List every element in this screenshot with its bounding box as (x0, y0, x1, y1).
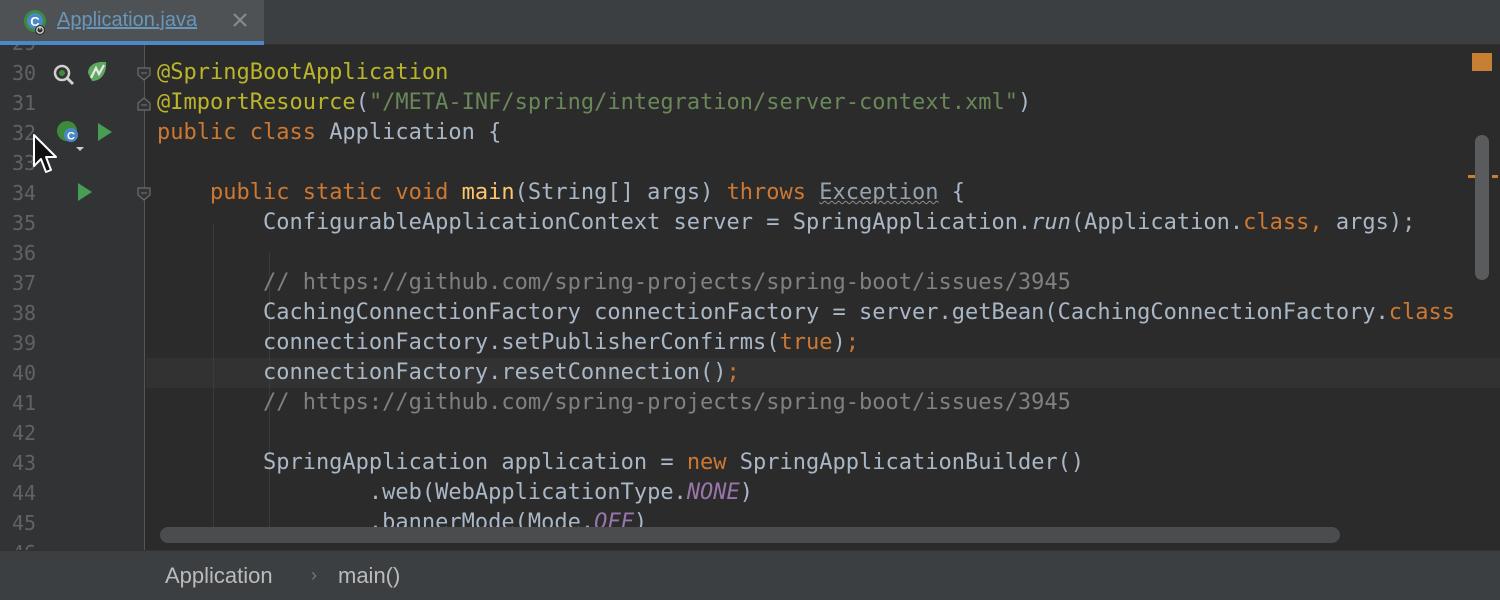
code-token: connectionFactory.setPublisherConfirms( (157, 330, 780, 355)
spring-boot-class-icon: C (24, 10, 46, 35)
line-number: 45 (12, 511, 37, 535)
tab-application-java[interactable]: C Application.java (0, 0, 264, 45)
code-line[interactable]: connectionFactory.setPublisherConfirms(t… (157, 328, 859, 358)
code-token: ) (739, 480, 754, 505)
code-token: "/META-INF/spring/integration/server-con… (368, 90, 1018, 115)
line-number: 30 (12, 61, 37, 85)
svg-text:C: C (67, 131, 75, 143)
code-line[interactable]: CachingConnectionFactory connectionFacto… (157, 298, 1455, 328)
code-line[interactable]: // https://github.com/spring-projects/sp… (157, 388, 1071, 418)
code-token: CachingConnectionFactory connectionFacto… (157, 300, 1389, 325)
line-number: 39 (12, 331, 37, 355)
code-line[interactable]: connectionFactory.resetConnection(); (157, 358, 740, 388)
code-line[interactable]: // https://github.com/spring-projects/sp… (157, 268, 1071, 298)
line-number: 31 (12, 91, 37, 115)
code-area[interactable]: @SpringBootApplication @ImportResource("/… (157, 45, 1467, 550)
code-token: args); (1335, 210, 1416, 235)
code-token: @ImportResource (157, 90, 356, 115)
code-token: run (1031, 210, 1071, 235)
editor-tab-bar: C Application.java (0, 0, 1500, 45)
line-number: 35 (12, 211, 37, 235)
line-number: 38 (12, 301, 37, 325)
line-number: 42 (12, 421, 37, 445)
code-token: , (1309, 210, 1336, 235)
bean-search-icon[interactable] (52, 63, 76, 87)
code-token: // https://github.com/spring-projects/sp… (157, 270, 1071, 295)
code-token: connectionFactory.resetConnection() (157, 360, 727, 385)
code-token: SpringApplicationBuilder() (739, 450, 1085, 475)
fold-marker-icon[interactable] (137, 67, 151, 81)
code-token: @SpringBootApplication (157, 60, 449, 85)
line-number: 34 (12, 181, 37, 205)
code-token: SpringApplication application = (157, 450, 687, 475)
breadcrumb: Application › main() (0, 550, 1500, 600)
line-number: 29 (12, 45, 42, 58)
fold-marker-icon[interactable] (137, 97, 151, 111)
code-token: class (1243, 210, 1310, 235)
spring-bean-class-icon[interactable]: C (54, 119, 88, 153)
code-line[interactable]: public class Application { (157, 118, 501, 148)
code-token: new (686, 450, 740, 475)
editor-gutter: 29 30 31 32 33 34 35 36 37 38 39 40 41 4… (0, 45, 145, 550)
breadcrumb-separator: › (311, 565, 317, 585)
code-token: true (779, 330, 833, 355)
code-line[interactable]: public static void main(String[] args) t… (157, 178, 965, 208)
code-token: (Application. (1070, 210, 1244, 235)
breadcrumb-item-method[interactable]: main() (338, 563, 400, 589)
code-token: ( (355, 90, 369, 115)
run-icon[interactable] (96, 121, 114, 143)
code-token: public class (157, 120, 330, 145)
code-token: Exception (819, 180, 939, 205)
line-number: 37 (12, 271, 37, 295)
close-icon[interactable] (230, 10, 250, 30)
code-token: public static void (209, 180, 462, 205)
code-editor[interactable]: 29 30 31 32 33 34 35 36 37 38 39 40 41 4… (0, 45, 1500, 550)
warning-marker[interactable] (1472, 53, 1492, 71)
code-token: throws (726, 180, 820, 205)
code-line[interactable]: ConfigurableApplicationContext server = … (157, 208, 1415, 238)
code-token: main (461, 180, 515, 205)
code-token: Application { (329, 120, 502, 145)
line-number: 36 (12, 241, 37, 265)
code-token: NONE (686, 480, 740, 505)
horizontal-scrollbar[interactable] (160, 527, 1340, 543)
tab-title: Application.java (57, 9, 198, 31)
line-number: 44 (12, 481, 37, 505)
code-token: ; (845, 330, 860, 355)
code-token: // https://github.com/spring-projects/sp… (157, 390, 1071, 415)
code-line[interactable]: @SpringBootApplication (157, 58, 448, 88)
line-number: 40 (12, 361, 37, 385)
breadcrumb-item-class[interactable]: Application (165, 563, 273, 589)
code-token: class (1388, 300, 1456, 325)
code-token: .web(WebApplicationType. (157, 480, 687, 505)
code-line[interactable]: .web(WebApplicationType.NONE) (157, 478, 753, 508)
spring-boot-icon[interactable] (84, 59, 110, 85)
code-line[interactable]: @ImportResource("/META-INF/spring/integr… (157, 88, 1031, 118)
run-icon[interactable] (76, 181, 94, 203)
code-token: ) (1017, 90, 1032, 115)
vertical-scrollbar[interactable] (1475, 135, 1489, 280)
fold-marker-icon[interactable] (137, 187, 151, 201)
code-token: ; (726, 360, 740, 385)
code-line[interactable]: SpringApplication application = new Spri… (157, 448, 1084, 478)
line-number: 46 (12, 538, 42, 550)
mouse-cursor-icon (33, 134, 57, 173)
code-token: ConfigurableApplicationContext server = … (157, 210, 1032, 235)
code-token: (String[] args) (514, 180, 727, 205)
code-token: { (938, 180, 965, 205)
code-token: ) (832, 330, 846, 355)
line-number: 41 (12, 391, 37, 415)
line-number: 43 (12, 451, 37, 475)
